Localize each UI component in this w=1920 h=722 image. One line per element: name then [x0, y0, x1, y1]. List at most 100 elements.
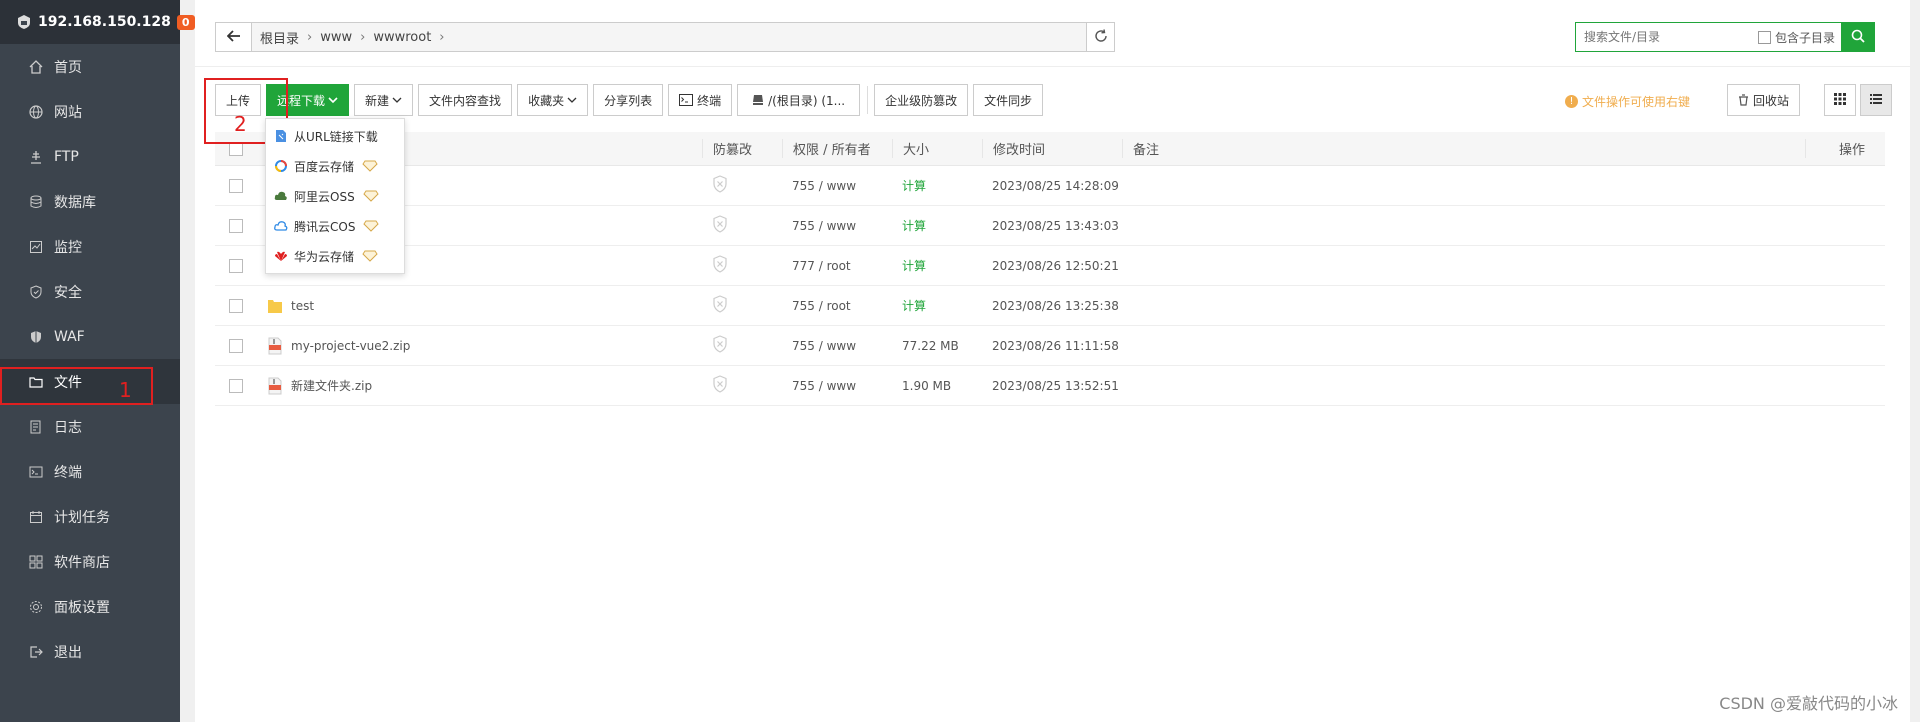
- sidebar-item-home[interactable]: 首页: [0, 44, 180, 89]
- share-list-button[interactable]: 分享列表: [593, 84, 664, 116]
- perm-cell[interactable]: 755 / www: [782, 219, 892, 233]
- header-time[interactable]: 修改时间: [982, 139, 1122, 158]
- search-input[interactable]: [1576, 23, 1758, 51]
- size-cell: 1.90 MB: [902, 378, 952, 393]
- disk-icon: [752, 94, 764, 106]
- favorites-button[interactable]: 收藏夹: [517, 84, 589, 116]
- row-checkbox[interactable]: [215, 298, 257, 313]
- row-checkbox[interactable]: [215, 338, 257, 353]
- size-cell[interactable]: 计算: [892, 217, 982, 234]
- tamper-proof-button[interactable]: 企业级防篡改: [874, 84, 969, 116]
- menu-item-url-download[interactable]: 从URL链接下载: [266, 121, 404, 151]
- size-cell[interactable]: 计算: [892, 257, 982, 274]
- checkbox-box: [229, 298, 243, 313]
- file-sync-button[interactable]: 文件同步: [973, 84, 1044, 116]
- chevron-right-icon: ›: [307, 29, 313, 45]
- file-name[interactable]: my-project-vue2.zip: [291, 339, 410, 353]
- header-size[interactable]: 大小: [892, 139, 982, 158]
- size-cell[interactable]: 计算: [892, 297, 982, 314]
- sidebar-item-security[interactable]: 安全: [0, 269, 180, 314]
- new-button[interactable]: 新建: [354, 84, 414, 116]
- vip-diamond-icon: [362, 160, 378, 172]
- list-view-button[interactable]: [1860, 84, 1892, 116]
- row-checkbox[interactable]: [215, 178, 257, 193]
- server-ip: 192.168.150.128: [38, 14, 171, 30]
- sidebar-item-label: 数据库: [54, 194, 96, 211]
- perm-cell[interactable]: 755 / www: [782, 179, 892, 193]
- row-checkbox[interactable]: [215, 258, 257, 273]
- shield-off-icon: [712, 215, 728, 236]
- tamper-status[interactable]: [702, 375, 782, 396]
- favorites-label: 收藏夹: [528, 93, 565, 108]
- header-note: 备注: [1122, 139, 1805, 158]
- sidebar-item-terminal[interactable]: 终端: [0, 449, 180, 494]
- crumb-wwwroot[interactable]: wwwroot: [373, 30, 431, 45]
- menu-item-tencent-cos[interactable]: 腾讯云COS: [266, 211, 404, 241]
- row-checkbox[interactable]: [215, 378, 257, 393]
- refresh-button[interactable]: [1086, 23, 1114, 51]
- time-cell: 2023/08/26 12:50:21: [992, 258, 1119, 273]
- size-cell[interactable]: 计算: [892, 177, 982, 194]
- folder-icon: [267, 297, 283, 315]
- perm-cell[interactable]: 755 / root: [782, 299, 892, 313]
- time-cell: 2023/08/25 13:43:03: [992, 218, 1119, 233]
- file-name-cell[interactable]: test: [257, 297, 702, 315]
- menu-item-huawei-cloud[interactable]: 华为云存储: [266, 241, 404, 271]
- sidebar-item-label: 软件商店: [54, 554, 110, 571]
- table-row[interactable]: 755 / www 计算 2023/08/25 13:43:03: [215, 206, 1885, 246]
- perm-cell[interactable]: 755 / www: [782, 379, 892, 393]
- back-button[interactable]: [216, 23, 252, 51]
- table-row[interactable]: 755 / www 计算 2023/08/25 14:28:09: [215, 166, 1885, 206]
- sidebar-item-label: 终端: [54, 464, 82, 481]
- content-search-button[interactable]: 文件内容查找: [418, 84, 513, 116]
- sidebar-item-monitor[interactable]: 监控: [0, 224, 180, 269]
- globe-icon: [28, 104, 44, 120]
- table-row[interactable]: my-project-vue2.zip 755 / www 77.22 MB 2…: [215, 326, 1885, 366]
- table-row[interactable]: my-project-vue2 777 / root 计算 2023/08/26…: [215, 246, 1885, 286]
- shield-off-icon: [712, 175, 728, 196]
- crumb-www[interactable]: www: [320, 30, 352, 45]
- tamper-status[interactable]: [702, 295, 782, 316]
- sidebar-item-settings[interactable]: 面板设置: [0, 584, 180, 629]
- sidebar-item-logout[interactable]: 退出: [0, 629, 180, 674]
- recycle-bin-button[interactable]: 回收站: [1726, 84, 1800, 116]
- grid-view-button[interactable]: [1824, 84, 1856, 116]
- tamper-status[interactable]: [702, 175, 782, 196]
- view-toggle: [1820, 84, 1892, 116]
- include-subdir-checkbox[interactable]: 包含子目录: [1757, 29, 1835, 46]
- tamper-status[interactable]: [702, 215, 782, 236]
- table-row[interactable]: test 755 / root 计算 2023/08/26 13:25:38: [215, 286, 1885, 326]
- tamper-status[interactable]: [702, 335, 782, 356]
- sidebar-item-waf[interactable]: WAF: [0, 314, 180, 359]
- log-icon: [28, 419, 44, 435]
- menu-item-baidu-cloud[interactable]: 百度云存储: [266, 151, 404, 181]
- sidebar-item-database[interactable]: 数据库: [0, 179, 180, 224]
- menu-item-aliyun-oss[interactable]: 阿里云OSS: [266, 181, 404, 211]
- sidebar-item-logs[interactable]: 日志: [0, 404, 180, 449]
- search-button[interactable]: [1841, 22, 1875, 52]
- disk-button[interactable]: /(根目录) (1...: [737, 84, 861, 116]
- perm-cell[interactable]: 755 / www: [782, 339, 892, 353]
- file-name[interactable]: test: [291, 299, 314, 313]
- sidebar-item-ftp[interactable]: FTP: [0, 134, 180, 179]
- header-op: 操作: [1805, 139, 1885, 158]
- sidebar-item-label: 计划任务: [54, 509, 110, 526]
- file-name[interactable]: 新建文件夹.zip: [291, 377, 372, 394]
- crumb-root[interactable]: 根目录: [260, 28, 299, 47]
- main-panel: 根目录 › www › wwwroot › 包含子目录 上传 远程下载 新建: [195, 0, 1910, 722]
- home-icon: [28, 59, 44, 75]
- sidebar-item-store[interactable]: 软件商店: [0, 539, 180, 584]
- tamper-status[interactable]: [702, 255, 782, 276]
- table-row[interactable]: 新建文件夹.zip 755 / www 1.90 MB 2023/08/25 1…: [215, 366, 1885, 406]
- sidebar-item-website[interactable]: 网站: [0, 89, 180, 134]
- terminal-button[interactable]: 终端: [668, 84, 733, 116]
- sidebar-item-cron[interactable]: 计划任务: [0, 494, 180, 539]
- notification-badge[interactable]: 0: [176, 14, 195, 30]
- vip-diamond-icon: [363, 220, 380, 232]
- file-name-cell[interactable]: 新建文件夹.zip: [257, 377, 702, 395]
- tip-text: 文件操作可使用右键: [1581, 95, 1690, 109]
- row-checkbox[interactable]: [215, 218, 257, 233]
- perm-cell[interactable]: 777 / root: [782, 259, 892, 273]
- menu-item-label: 腾讯云COS: [294, 219, 356, 234]
- file-name-cell[interactable]: my-project-vue2.zip: [257, 337, 702, 355]
